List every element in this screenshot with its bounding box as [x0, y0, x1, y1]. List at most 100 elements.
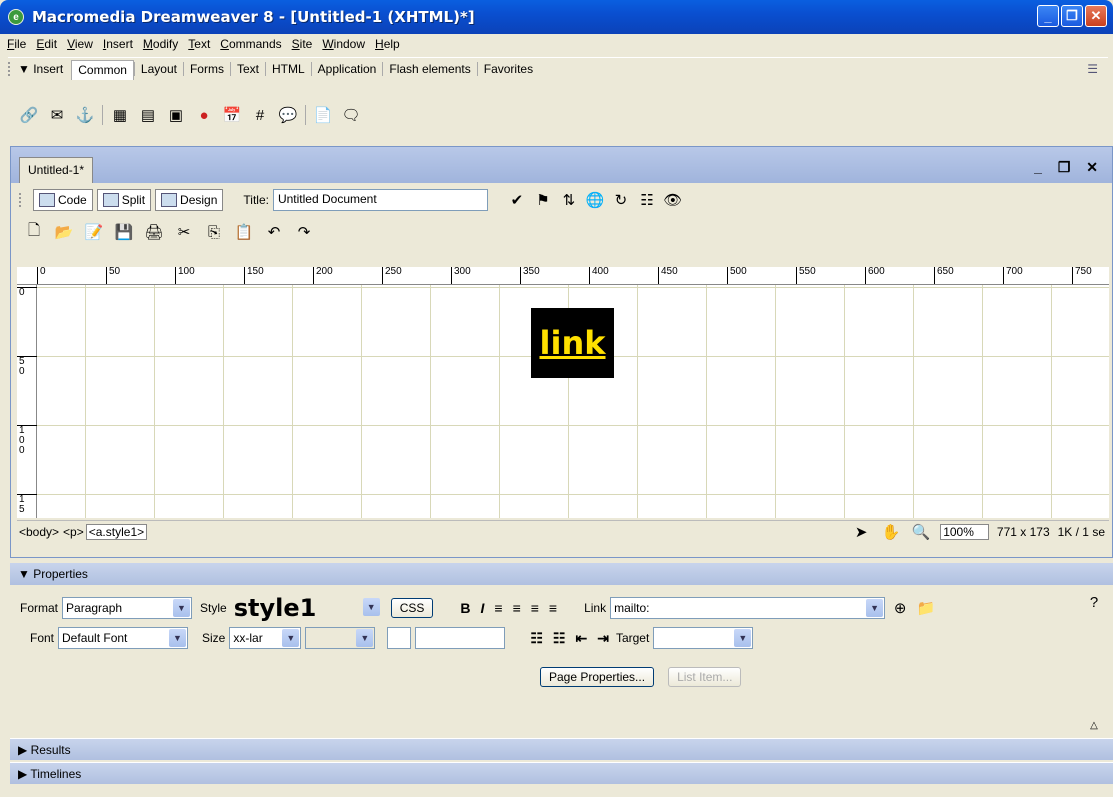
- document-tab[interactable]: Untitled-1*: [19, 157, 94, 183]
- open-icon[interactable]: 📂: [53, 221, 75, 243]
- menu-modify[interactable]: Modify: [138, 37, 183, 51]
- named-anchor-icon[interactable]: ⚓: [74, 104, 96, 126]
- grip-handle[interactable]: [8, 61, 14, 76]
- menu-site[interactable]: Site: [287, 37, 318, 51]
- tab-text[interactable]: Text: [229, 61, 265, 76]
- browse-icon[interactable]: 📝: [83, 221, 105, 243]
- insert-label[interactable]: ▼ Insert: [18, 62, 63, 76]
- image-icon[interactable]: ▣: [165, 104, 187, 126]
- target-select[interactable]: ▼: [653, 627, 754, 649]
- italic-icon[interactable]: I: [478, 600, 488, 616]
- tab-layout[interactable]: Layout: [133, 61, 183, 76]
- design-canvas[interactable]: link: [37, 285, 1109, 518]
- dreamweaver-app-icon[interactable]: e: [8, 9, 24, 25]
- cut-icon[interactable]: ✂: [173, 221, 195, 243]
- color-input[interactable]: [415, 627, 506, 649]
- browser-check-icon[interactable]: ⚑: [532, 189, 554, 211]
- color-picker[interactable]: [387, 627, 412, 649]
- link-text[interactable]: link: [540, 324, 606, 362]
- chevron-down-icon: ▼: [169, 629, 187, 647]
- style-select[interactable]: style1 ▼: [231, 594, 381, 622]
- hyperlink-icon[interactable]: 🔗: [18, 104, 40, 126]
- split-view-button[interactable]: Split: [96, 189, 152, 211]
- zoom-select[interactable]: 100%: [940, 523, 989, 540]
- menu-text[interactable]: Text: [183, 37, 215, 51]
- properties-header[interactable]: ▼ Properties: [10, 563, 1113, 585]
- file-management-icon[interactable]: ⇅: [558, 189, 580, 211]
- close-button[interactable]: ✕: [1085, 5, 1107, 27]
- title-input[interactable]: Untitled Document: [272, 189, 488, 211]
- tab-common[interactable]: Common: [71, 60, 134, 80]
- css-button[interactable]: CSS: [390, 598, 434, 618]
- media-icon[interactable]: ●: [193, 104, 215, 126]
- window-size[interactable]: 771 x 173: [997, 525, 1050, 539]
- align-center-icon[interactable]: ≡: [510, 600, 524, 616]
- menu-file[interactable]: File: [2, 37, 31, 51]
- tab-flash-elements[interactable]: Flash elements: [382, 61, 476, 76]
- menu-commands[interactable]: Commands: [215, 37, 286, 51]
- menu-help[interactable]: Help: [370, 37, 405, 51]
- size-select[interactable]: xx-lar ▼: [229, 627, 302, 649]
- template-icon[interactable]: 📄: [312, 104, 334, 126]
- menu-view[interactable]: View: [62, 37, 98, 51]
- format-select[interactable]: Paragraph ▼: [62, 597, 193, 619]
- browse-folder-icon[interactable]: 📁: [915, 597, 937, 619]
- server-side-include-icon[interactable]: #: [249, 104, 271, 126]
- validate-icon[interactable]: ✔: [506, 189, 528, 211]
- tab-favorites[interactable]: Favorites: [476, 61, 539, 76]
- point-to-file-icon[interactable]: ⊕: [889, 597, 911, 619]
- timelines-panel[interactable]: ▶ Timelines: [10, 762, 1113, 784]
- unordered-list-icon[interactable]: ☷: [527, 630, 546, 647]
- code-view-button[interactable]: Code: [33, 189, 93, 211]
- link-element[interactable]: link: [531, 308, 614, 378]
- zoom-tool-icon[interactable]: 🔍: [910, 521, 932, 543]
- document-toolbar: Code Split Design Title: Untitled Docume…: [11, 183, 1112, 217]
- hand-tool-icon[interactable]: ✋: [880, 521, 902, 543]
- outdent-icon[interactable]: ⇤: [572, 630, 590, 647]
- link-input[interactable]: mailto: ▼: [610, 597, 886, 619]
- collapse-arrow-icon[interactable]: △: [1083, 714, 1105, 736]
- table-icon[interactable]: ▦: [109, 104, 131, 126]
- indent-icon[interactable]: ⇥: [594, 630, 612, 647]
- align-right-icon[interactable]: ≡: [528, 600, 542, 616]
- tag-p[interactable]: <p>: [61, 525, 86, 539]
- align-left-icon[interactable]: ≡: [491, 600, 505, 616]
- tab-application[interactable]: Application: [310, 61, 383, 76]
- menu-insert[interactable]: Insert: [98, 37, 138, 51]
- view-options-icon[interactable]: ☷: [636, 189, 658, 211]
- menu-window[interactable]: Window: [317, 37, 370, 51]
- comment-icon[interactable]: 💬: [277, 104, 299, 126]
- tag-a-style1[interactable]: <a.style1>: [85, 523, 148, 540]
- page-properties-button[interactable]: Page Properties...: [540, 667, 655, 687]
- font-select[interactable]: Default Font ▼: [58, 627, 189, 649]
- design-view-button[interactable]: Design: [155, 189, 224, 211]
- help-icon[interactable]: ?: [1083, 591, 1105, 613]
- paste-icon[interactable]: 📋: [233, 221, 255, 243]
- refresh-icon[interactable]: ↻: [610, 189, 632, 211]
- minimize-button[interactable]: _: [1037, 5, 1059, 27]
- justify-icon[interactable]: ≡: [546, 600, 560, 616]
- select-tool-icon[interactable]: ➤: [850, 521, 872, 543]
- email-link-icon[interactable]: ✉: [46, 104, 68, 126]
- visual-aids-icon[interactable]: 👁: [662, 189, 684, 211]
- ordered-list-icon[interactable]: ☷: [550, 630, 569, 647]
- results-panel[interactable]: ▶ Results: [10, 738, 1113, 760]
- tag-chooser-icon[interactable]: 🗨: [340, 104, 362, 126]
- restore-button[interactable]: ❐: [1061, 5, 1083, 27]
- document-controls[interactable]: _ ❐ ✕: [1034, 159, 1104, 176]
- redo-icon[interactable]: ↷: [293, 221, 315, 243]
- new-icon[interactable]: 🗋: [23, 221, 45, 243]
- save-icon[interactable]: 💾: [113, 221, 135, 243]
- tab-forms[interactable]: Forms: [182, 61, 230, 76]
- panel-options-icon[interactable]: ☰: [1087, 62, 1098, 76]
- date-icon[interactable]: 📅: [221, 104, 243, 126]
- tab-html[interactable]: HTML: [264, 61, 311, 76]
- print-icon[interactable]: 🖨: [143, 221, 165, 243]
- bold-icon[interactable]: B: [457, 600, 473, 616]
- div-icon[interactable]: ▤: [137, 104, 159, 126]
- preview-browser-icon[interactable]: 🌐: [584, 189, 606, 211]
- copy-icon[interactable]: ⎘: [203, 221, 225, 243]
- tag-body[interactable]: <body>: [17, 525, 61, 539]
- menu-edit[interactable]: Edit: [31, 37, 62, 51]
- undo-icon[interactable]: ↶: [263, 221, 285, 243]
